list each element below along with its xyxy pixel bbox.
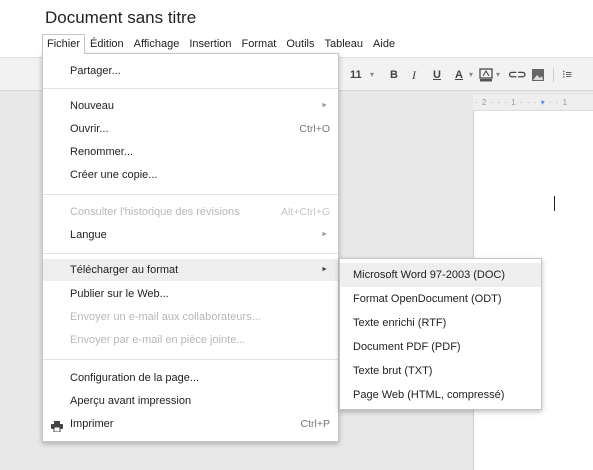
download-odt[interactable]: Format OpenDocument (ODT) bbox=[340, 287, 541, 311]
menu-item-publier[interactable]: Publier sur le Web... bbox=[43, 283, 338, 305]
text-color-icon[interactable]: A bbox=[455, 67, 463, 83]
toolbar-divider bbox=[553, 68, 555, 84]
menu-item-creer-copie[interactable]: Créer une copie... bbox=[43, 164, 338, 186]
menu-separator bbox=[43, 359, 338, 360]
menu-edition[interactable]: Édition bbox=[85, 34, 129, 54]
menu-separator bbox=[43, 88, 338, 89]
shortcut-label: Alt+Ctrl+G bbox=[280, 206, 330, 218]
fichier-menu: Partager... Nouveau ► Ouvrir... Ctrl+O Ren… bbox=[42, 53, 339, 442]
menu-item-nouveau[interactable]: Nouveau ► bbox=[43, 95, 338, 117]
text-color-dropdown-icon[interactable]: ▾ bbox=[469, 67, 473, 83]
italic-button[interactable]: I bbox=[412, 67, 416, 83]
download-submenu: Microsoft Word 97-2003 (DOC) Format Open… bbox=[339, 258, 542, 410]
menu-aide[interactable]: Aide bbox=[368, 34, 400, 54]
menu-item-apercu[interactable]: Aperçu avant impression bbox=[43, 390, 338, 412]
shortcut-label: Ctrl+P bbox=[300, 418, 330, 430]
numbered-list-icon[interactable]: ⁝≡ bbox=[562, 67, 572, 83]
menu-item-configuration-page[interactable]: Configuration de la page... bbox=[43, 367, 338, 389]
submenu-arrow-icon: ► bbox=[321, 231, 328, 238]
menu-fichier[interactable]: Fichier bbox=[42, 34, 86, 54]
menu-item-telecharger[interactable]: Télécharger au format ► bbox=[43, 259, 338, 281]
menu-item-email-collaborateurs: Envoyer un e-mail aux collaborateurs... bbox=[70, 311, 261, 323]
menu-item-renommer[interactable]: Renommer... bbox=[43, 141, 338, 163]
font-size-select[interactable]: 11 bbox=[350, 67, 362, 83]
download-pdf[interactable]: Document PDF (PDF) bbox=[340, 335, 541, 359]
menu-tableau[interactable]: Tableau bbox=[320, 34, 369, 54]
shortcut-label: Ctrl+O bbox=[299, 123, 330, 135]
menu-item-historique: Consulter l'historique des révisions Alt+… bbox=[43, 201, 338, 223]
menu-affichage[interactable]: Affichage bbox=[129, 34, 185, 54]
underline-button[interactable]: U bbox=[433, 67, 441, 83]
highlight-dropdown-icon[interactable]: ▾ bbox=[496, 67, 500, 83]
menu-item-partager[interactable]: Partager... bbox=[43, 60, 338, 82]
download-doc[interactable]: Microsoft Word 97-2003 (DOC) bbox=[340, 263, 541, 287]
highlight-color-icon[interactable] bbox=[479, 68, 493, 84]
download-rtf[interactable]: Texte enrichi (RTF) bbox=[340, 311, 541, 335]
menu-separator bbox=[43, 253, 338, 254]
printer-icon bbox=[51, 418, 63, 433]
document-title[interactable]: Document sans titre bbox=[45, 8, 196, 28]
font-size-dropdown-icon[interactable]: ▾ bbox=[370, 67, 374, 83]
indent-marker[interactable]: ▾ bbox=[541, 98, 546, 107]
menu-bar: Fichier Édition Affichage Insertion Form… bbox=[42, 34, 400, 54]
bold-button[interactable]: B bbox=[390, 67, 398, 83]
submenu-arrow-icon: ► bbox=[321, 102, 328, 109]
menu-item-ouvrir[interactable]: Ouvrir... Ctrl+O bbox=[43, 118, 338, 140]
menu-item-imprimer[interactable]: Imprimer Ctrl+P bbox=[43, 413, 338, 435]
menu-format[interactable]: Format bbox=[237, 34, 282, 54]
download-txt[interactable]: Texte brut (TXT) bbox=[340, 359, 541, 383]
image-icon[interactable] bbox=[531, 68, 545, 84]
menu-separator bbox=[43, 194, 338, 195]
ruler-right-scale: · · 1 bbox=[548, 98, 569, 107]
link-icon[interactable]: ⊂⊃ bbox=[508, 67, 526, 83]
ruler-left-scale: · 2 · · · 1 · · · bbox=[475, 98, 538, 107]
text-cursor bbox=[554, 196, 555, 211]
download-html[interactable]: Page Web (HTML, compressé) bbox=[340, 383, 541, 407]
menu-insertion[interactable]: Insertion bbox=[184, 34, 236, 54]
menu-item-langue[interactable]: Langue ► bbox=[43, 224, 338, 246]
ruler[interactable]: · 2 · · · 1 · · · ▾ · · 1 bbox=[473, 95, 593, 111]
menu-outils[interactable]: Outils bbox=[281, 34, 319, 54]
submenu-arrow-icon: ► bbox=[321, 266, 328, 273]
menu-item-email-piece-jointe: Envoyer par e-mail en pièce jointe... bbox=[70, 334, 246, 346]
